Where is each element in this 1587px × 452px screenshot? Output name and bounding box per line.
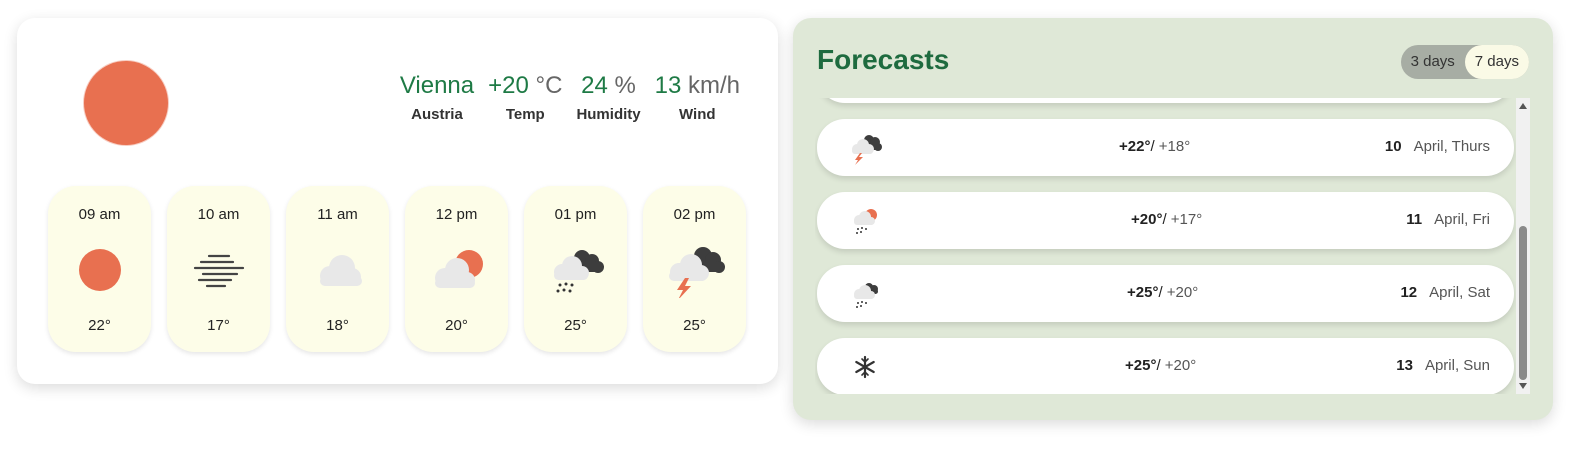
stat-temp: +20 °C Temp: [488, 70, 562, 123]
scroll-up-arrow-icon[interactable]: [1519, 103, 1527, 109]
fog-icon: [193, 254, 244, 288]
stat-wind: 13 km/h Wind: [655, 70, 740, 123]
current-stats: Vienna Austria +20 °C Temp 24 % Humidity…: [400, 70, 740, 123]
forecast-row[interactable]: +20°/ +17° 11 April, Fri: [817, 192, 1514, 249]
country-name: Austria: [411, 106, 463, 123]
hour-time: 11 am: [317, 206, 358, 223]
sun-rain-icon: [854, 209, 877, 234]
forecast-row[interactable]: +22°/ +18° 10 April, Thurs: [817, 119, 1514, 176]
hour-card[interactable]: 09 am 22°: [48, 186, 151, 352]
cloud-icon: [319, 255, 362, 286]
hour-time: 10 am: [197, 206, 240, 223]
high-temp: +25°: [1127, 284, 1159, 301]
low-temp: +18°: [1158, 138, 1191, 155]
day-number: 11: [1406, 211, 1423, 228]
hour-card[interactable]: 10 am 17°: [167, 186, 270, 352]
month: April,: [1413, 138, 1448, 155]
forecast-list[interactable]: +22°/ +18° 10 April, Thurs +20°/ +17° 11 A…: [815, 98, 1530, 394]
high-temp: +25°: [1125, 357, 1157, 374]
hour-temp: 25°: [683, 317, 706, 334]
humidity-value: 24: [581, 72, 608, 99]
forecast-row[interactable]: +25°/ +20° 13 April, Sun: [817, 338, 1514, 394]
hour-temp: 18°: [326, 317, 349, 334]
toggle-7-days-button[interactable]: 7 days: [1464, 45, 1529, 79]
day-number: 10: [1384, 138, 1402, 155]
month: April,: [1424, 357, 1460, 374]
partly-cloudy-icon: [434, 250, 483, 288]
hour-temp: 22°: [88, 317, 111, 334]
high-temp: +20°: [1131, 211, 1163, 228]
days-toggle: 3 days 7 days: [1400, 45, 1529, 79]
temp-unit: °C: [535, 72, 563, 99]
hour-card[interactable]: 01 pm 25°: [524, 186, 627, 352]
forecasts-panel: Forecasts 3 days 7 days +22°/ +18° 10 Apr…: [793, 18, 1553, 420]
temp-label: Temp: [505, 106, 545, 123]
forecast-row-partial[interactable]: [817, 98, 1514, 103]
forecasts-title: Forecasts: [817, 44, 950, 75]
city-name: Vienna: [399, 72, 475, 99]
low-temp: +20°: [1164, 357, 1197, 374]
forecast-scrollbar[interactable]: [1516, 98, 1530, 394]
sun-icon: [78, 249, 121, 291]
hour-time: 02 pm: [673, 206, 716, 223]
humidity-label: Humidity: [576, 106, 641, 123]
wind-unit: km/h: [687, 72, 740, 99]
hour-card[interactable]: 12 pm 20°: [405, 186, 508, 352]
hour-temp: 20°: [445, 317, 468, 334]
hour-temp: 25°: [564, 317, 587, 334]
day-number: 13: [1396, 357, 1413, 374]
month: April,: [1434, 211, 1469, 228]
hour-time: 12 pm: [435, 206, 478, 223]
humidity-unit: %: [614, 72, 636, 99]
scrollbar-thumb[interactable]: [1519, 226, 1527, 380]
thunderstorm-icon: [852, 135, 882, 165]
hour-time: 09 am: [78, 206, 121, 223]
rain-cloud-icon: [854, 283, 878, 308]
hour-temp: 17°: [207, 317, 230, 334]
forecast-row[interactable]: +25°/ +20° 12 April, Sat: [817, 265, 1514, 322]
thunderstorm-icon: [668, 247, 725, 298]
scroll-down-arrow-icon[interactable]: [1519, 383, 1527, 389]
hour-card[interactable]: 11 am 18°: [286, 186, 389, 352]
low-temp: +17°: [1170, 211, 1203, 228]
weekday: Fri: [1472, 211, 1491, 228]
month: April,: [1429, 284, 1464, 301]
wind-value: 13: [654, 72, 682, 99]
weekday: Thurs: [1451, 138, 1490, 155]
current-weather-card: Vienna Austria +20 °C Temp 24 % Humidity…: [17, 18, 778, 384]
toggle-3-days-button[interactable]: 3 days: [1401, 45, 1465, 79]
day-number: 12: [1400, 284, 1418, 301]
wind-label: Wind: [679, 106, 716, 123]
weekday: Sun: [1463, 357, 1490, 374]
rain-cloud-icon: [553, 250, 604, 293]
hour-card[interactable]: 02 pm 25°: [643, 186, 746, 352]
high-temp: +22°: [1119, 138, 1151, 155]
hour-time: 01 pm: [554, 206, 597, 223]
hourly-forecast: 09 am 22° 10 am 17° 11 am 18° 12 pm 20° …: [48, 186, 746, 352]
stat-location: Vienna Austria: [400, 70, 474, 123]
temp-value: +20: [488, 72, 529, 99]
snowflake-icon: [855, 355, 875, 379]
stat-humidity: 24 % Humidity: [576, 70, 640, 123]
sun-icon: [84, 61, 168, 145]
weekday: Sat: [1467, 284, 1490, 301]
low-temp: +20°: [1166, 284, 1199, 301]
